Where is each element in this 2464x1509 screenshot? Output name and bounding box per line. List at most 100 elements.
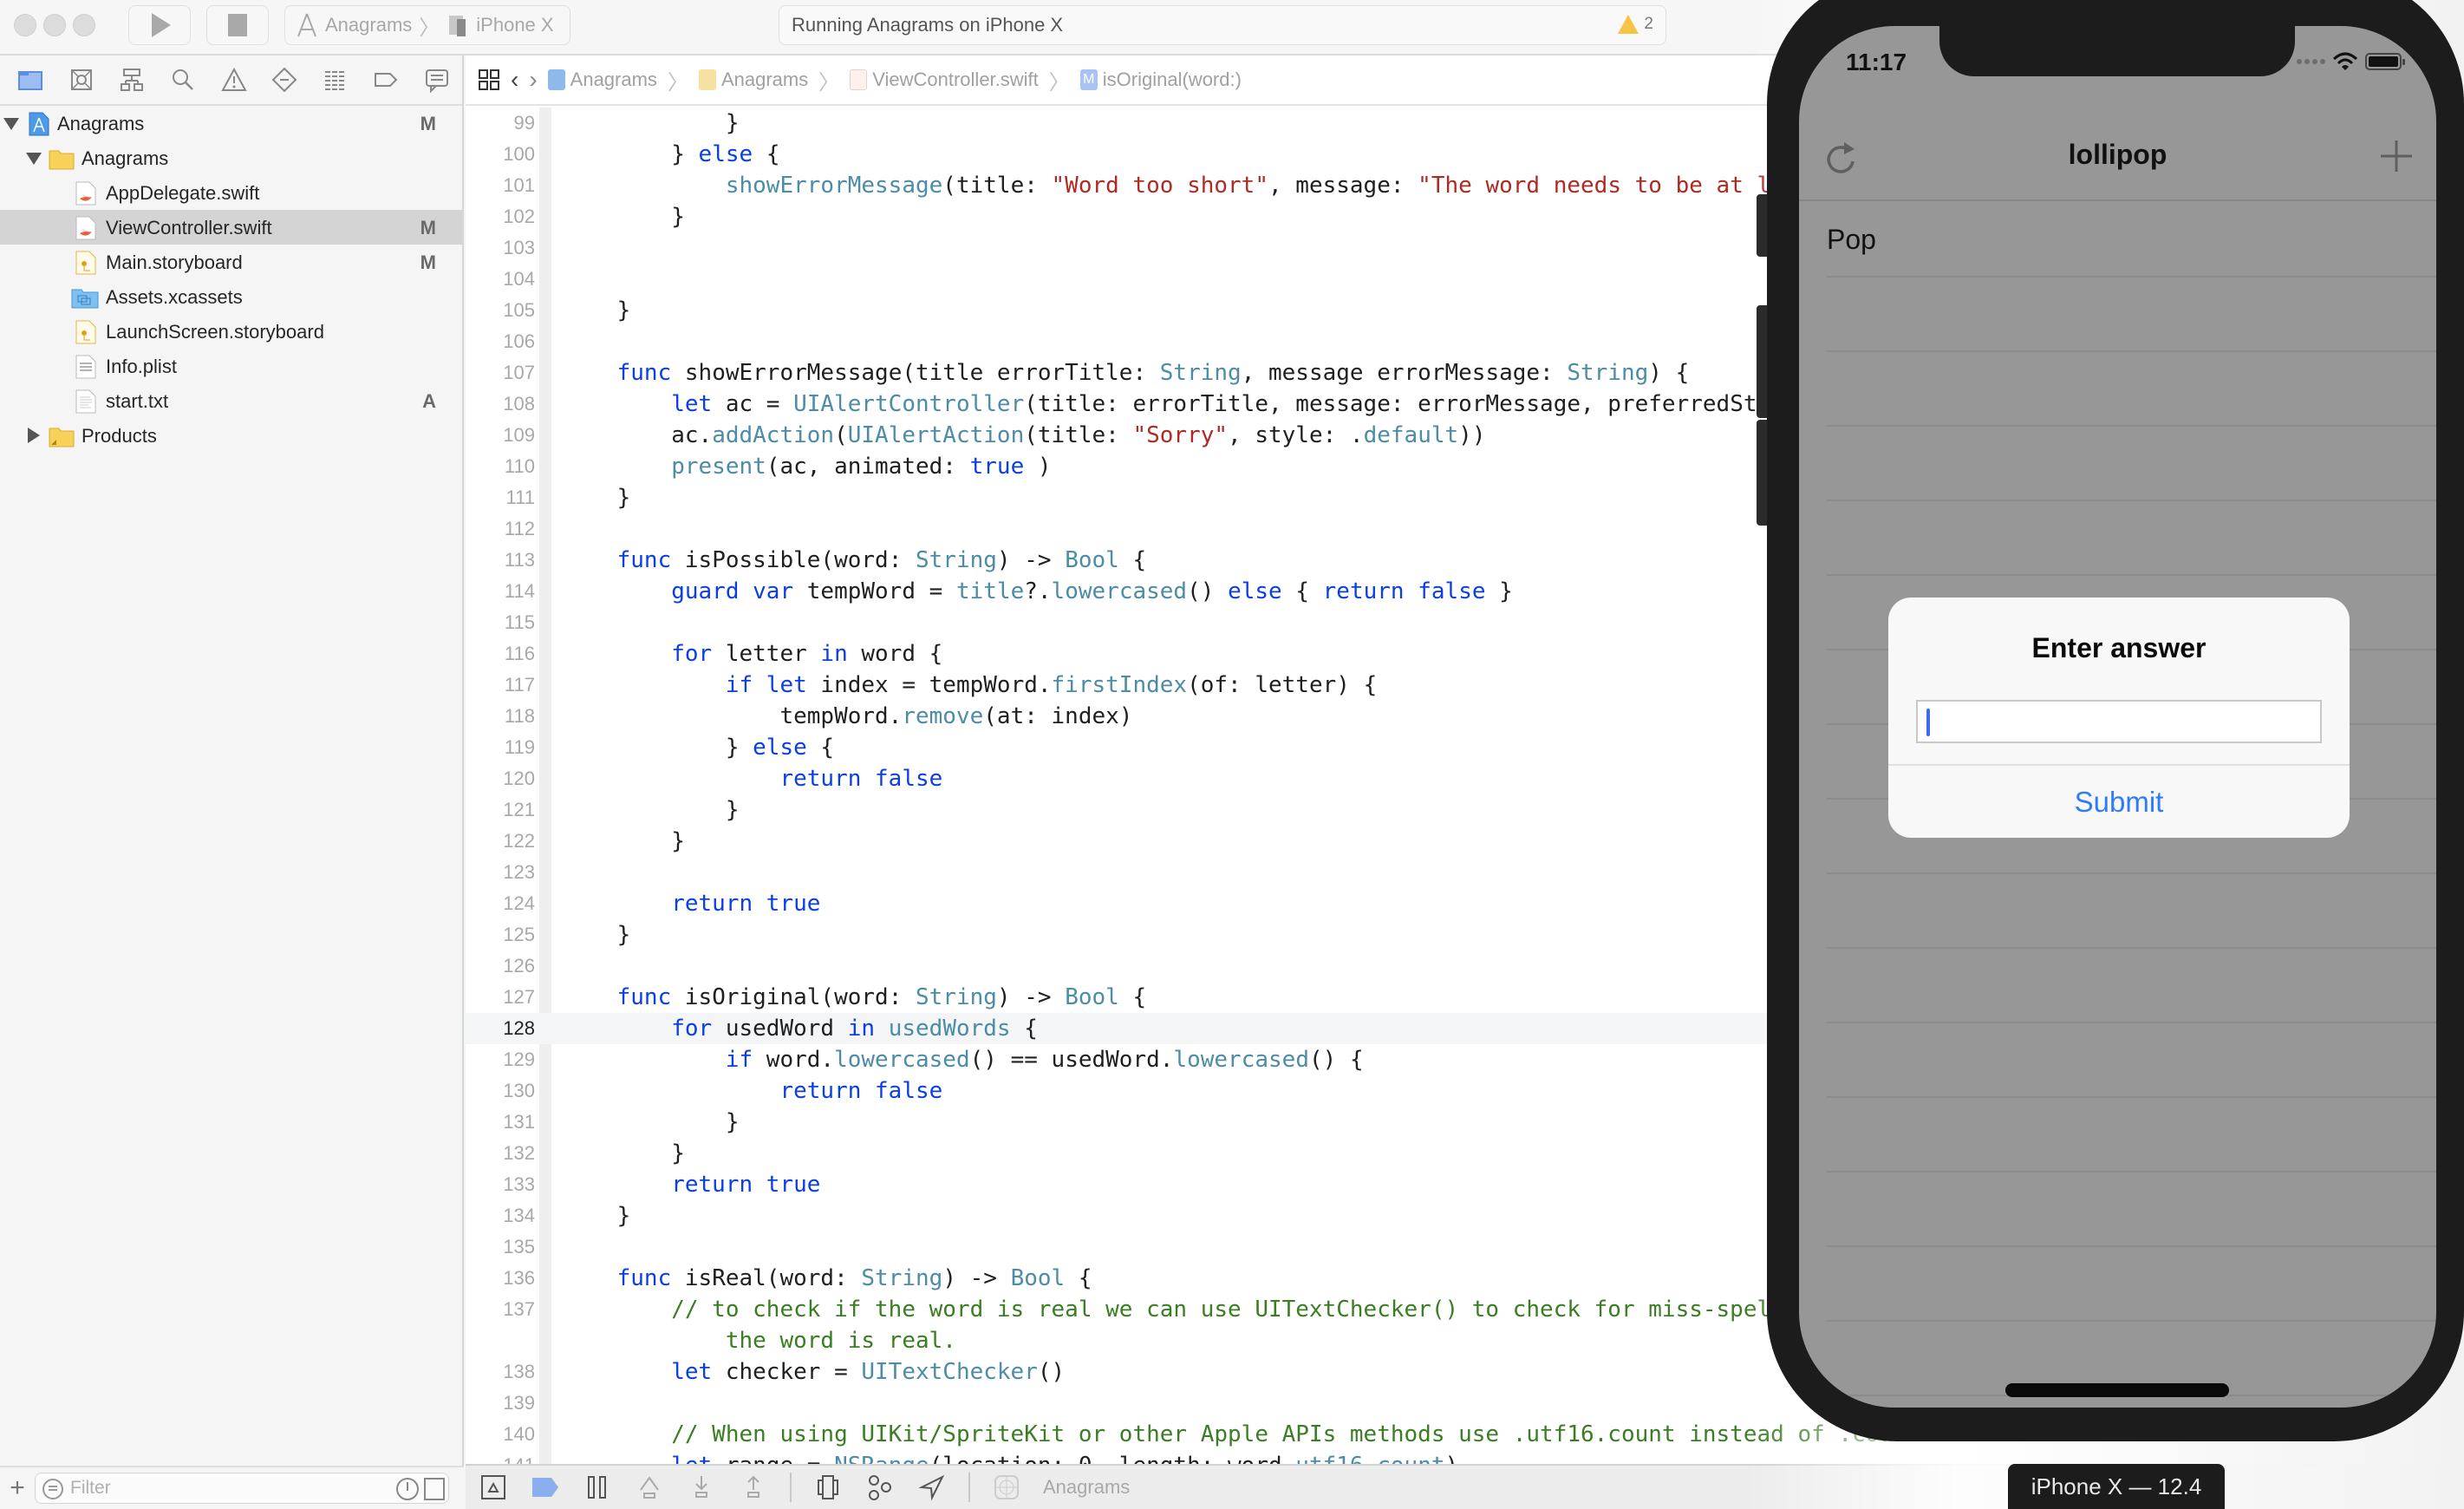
line-number[interactable]: 110 bbox=[466, 451, 535, 482]
line-number[interactable]: 106 bbox=[466, 326, 535, 357]
warning-indicator[interactable]: 2 bbox=[1618, 15, 1653, 34]
location-simulate-icon[interactable] bbox=[916, 1473, 948, 1501]
line-number[interactable]: 131 bbox=[466, 1107, 535, 1138]
line-number[interactable]: 140 bbox=[466, 1419, 535, 1450]
line-number[interactable]: 133 bbox=[466, 1169, 535, 1200]
tree-item-file[interactable]: Assets.xcassets bbox=[0, 279, 462, 314]
forward-button[interactable]: › bbox=[529, 66, 537, 94]
table-row[interactable]: Pop bbox=[1827, 203, 2436, 278]
source-control-icon[interactable] bbox=[56, 62, 108, 97]
line-number[interactable]: 111 bbox=[466, 482, 535, 513]
tree-item-project[interactable]: Anagrams M bbox=[0, 106, 462, 140]
breadcrumb-group[interactable]: Anagrams bbox=[698, 69, 808, 91]
tree-item-file[interactable]: LaunchScreen.storyboard bbox=[0, 314, 462, 349]
scheme-selector[interactable]: Anagrams 〉 iPhone X bbox=[284, 5, 570, 45]
add-file-button[interactable]: + bbox=[0, 1473, 35, 1503]
recent-files-icon[interactable] bbox=[396, 1478, 419, 1500]
tree-item-file[interactable]: Info.plist bbox=[0, 349, 462, 383]
line-number[interactable]: 109 bbox=[466, 420, 535, 451]
folder-icon[interactable] bbox=[5, 62, 56, 97]
breadcrumb-symbol[interactable]: MisOriginal(word:) bbox=[1079, 69, 1242, 91]
line-number[interactable]: 101 bbox=[466, 170, 535, 201]
line-number[interactable]: 116 bbox=[466, 638, 535, 670]
disclosure-collapsed-icon[interactable] bbox=[28, 428, 40, 443]
step-into-icon[interactable] bbox=[686, 1473, 717, 1501]
line-number[interactable]: 136 bbox=[466, 1263, 535, 1294]
tree-item-file-selected[interactable]: ViewController.swift M bbox=[0, 210, 462, 245]
stop-button[interactable] bbox=[206, 5, 269, 45]
line-number[interactable]: 128 bbox=[466, 1013, 535, 1044]
line-number[interactable]: 127 bbox=[466, 982, 535, 1013]
line-number[interactable]: 114 bbox=[466, 576, 535, 607]
line-number[interactable]: 119 bbox=[466, 732, 535, 763]
home-indicator[interactable] bbox=[2005, 1383, 2229, 1397]
table-row[interactable] bbox=[1827, 1098, 2436, 1173]
line-number[interactable]: 137 bbox=[466, 1294, 535, 1325]
line-number[interactable]: 123 bbox=[466, 857, 535, 888]
test-icon[interactable] bbox=[259, 62, 310, 97]
breakpoint-icon[interactable] bbox=[361, 62, 412, 97]
back-button[interactable]: ‹ bbox=[511, 66, 518, 94]
line-number[interactable]: 139 bbox=[466, 1388, 535, 1419]
line-number[interactable]: 122 bbox=[466, 826, 535, 857]
line-number[interactable]: 118 bbox=[466, 701, 535, 732]
step-over-icon[interactable] bbox=[634, 1473, 665, 1501]
breadcrumb-file[interactable]: ViewController.swift bbox=[850, 69, 1039, 91]
line-number[interactable]: 100 bbox=[466, 139, 535, 170]
line-number[interactable]: 108 bbox=[466, 389, 535, 420]
close-window-button[interactable] bbox=[14, 14, 36, 36]
line-number[interactable]: 126 bbox=[466, 950, 535, 982]
memory-graph-icon[interactable] bbox=[864, 1473, 896, 1501]
table-row[interactable] bbox=[1827, 278, 2436, 352]
line-number[interactable]: 124 bbox=[466, 888, 535, 919]
tree-item-file[interactable]: Main.storyboard M bbox=[0, 245, 462, 279]
issue-warning-icon[interactable] bbox=[208, 62, 259, 97]
table-row[interactable] bbox=[1827, 1247, 2436, 1322]
search-icon[interactable] bbox=[158, 62, 209, 97]
line-number[interactable]: 105 bbox=[466, 295, 535, 326]
table-row[interactable] bbox=[1827, 949, 2436, 1023]
tree-item-file[interactable]: AppDelegate.swift bbox=[0, 175, 462, 210]
line-number[interactable]: 138 bbox=[466, 1356, 535, 1388]
tree-item-group[interactable]: Anagrams bbox=[0, 140, 462, 175]
disclosure-expanded-icon[interactable] bbox=[26, 153, 42, 165]
table-row[interactable] bbox=[1827, 427, 2436, 501]
line-number[interactable]: 112 bbox=[466, 513, 535, 545]
line-number[interactable]: 134 bbox=[466, 1200, 535, 1231]
line-number[interactable]: 102 bbox=[466, 201, 535, 232]
answer-text-field[interactable] bbox=[1916, 700, 2322, 743]
line-number[interactable]: 129 bbox=[466, 1044, 535, 1075]
breadcrumb-project[interactable]: Anagrams bbox=[547, 69, 657, 91]
report-icon[interactable] bbox=[412, 62, 463, 97]
line-number[interactable]: 104 bbox=[466, 264, 535, 295]
run-button[interactable] bbox=[128, 5, 191, 45]
line-number[interactable]: 117 bbox=[466, 670, 535, 701]
view-hierarchy-debug-icon[interactable] bbox=[812, 1473, 844, 1501]
line-number[interactable]: 115 bbox=[466, 607, 535, 638]
related-items-icon[interactable] bbox=[478, 69, 500, 91]
line-number[interactable]: 135 bbox=[466, 1231, 535, 1263]
scm-filter-icon[interactable] bbox=[424, 1478, 445, 1500]
minimize-window-button[interactable] bbox=[43, 14, 66, 36]
disclosure-expanded-icon[interactable] bbox=[3, 118, 19, 130]
debug-icon[interactable] bbox=[310, 62, 361, 97]
line-number[interactable]: 99 bbox=[466, 108, 535, 139]
tree-item-file[interactable]: start.txt A bbox=[0, 383, 462, 418]
line-number[interactable]: 120 bbox=[466, 763, 535, 794]
breakpoints-toggle-button[interactable] bbox=[530, 1473, 561, 1501]
line-number[interactable]: 107 bbox=[466, 357, 535, 389]
table-row[interactable] bbox=[1827, 352, 2436, 427]
hierarchy-icon[interactable] bbox=[107, 62, 158, 97]
line-number[interactable]: 121 bbox=[466, 794, 535, 826]
line-number[interactable]: 125 bbox=[466, 919, 535, 950]
table-row[interactable] bbox=[1827, 1023, 2436, 1098]
pause-button[interactable] bbox=[582, 1473, 613, 1501]
hide-debug-area-button[interactable] bbox=[478, 1473, 509, 1501]
line-number[interactable]: 113 bbox=[466, 545, 535, 576]
zoom-window-button[interactable] bbox=[73, 14, 95, 36]
step-out-icon[interactable] bbox=[738, 1473, 769, 1501]
table-row[interactable] bbox=[1827, 501, 2436, 576]
submit-button[interactable]: Submit bbox=[1888, 767, 2350, 838]
filter-input[interactable]: Filter bbox=[35, 1473, 449, 1504]
table-row[interactable] bbox=[1827, 1173, 2436, 1247]
